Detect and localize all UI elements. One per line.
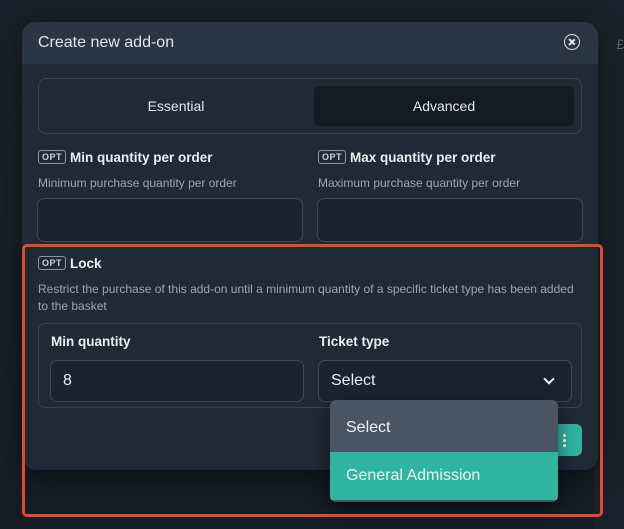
max-qty-order-input[interactable]: [317, 198, 583, 242]
lock-settings-group: Min quantity Ticket type Select: [38, 323, 582, 408]
optional-badge: OPT: [38, 150, 67, 164]
background-panel: £: [594, 0, 624, 529]
min-qty-order-help: Minimum purchase quantity per order: [38, 176, 237, 190]
more-vertical-icon: [563, 434, 566, 437]
tab-advanced[interactable]: Advanced: [314, 86, 574, 126]
optional-badge: OPT: [38, 256, 67, 270]
min-quantity-input[interactable]: [50, 360, 304, 402]
max-qty-order-help: Maximum purchase quantity per order: [318, 176, 521, 190]
min-qty-order-input[interactable]: [37, 198, 303, 242]
min-qty-order-label-text: Min quantity per order: [70, 150, 213, 165]
lock-label: OPT Lock: [38, 256, 102, 271]
ticket-type-dropdown: Select General Admission: [330, 400, 558, 502]
max-qty-order-label: OPT Max quantity per order: [318, 150, 496, 165]
modal-header: Create new add-on: [22, 22, 598, 64]
optional-badge: OPT: [318, 150, 347, 164]
lock-label-text: Lock: [70, 256, 102, 271]
modal-title: Create new add-on: [38, 34, 175, 51]
chevron-down-icon: [543, 373, 555, 385]
close-icon[interactable]: [564, 34, 580, 50]
lock-help: Restrict the purchase of this add-on unt…: [38, 282, 574, 313]
tab-bar: Essential Advanced: [38, 78, 582, 134]
tab-essential[interactable]: Essential: [46, 86, 306, 126]
dropdown-option-select[interactable]: Select: [330, 404, 558, 452]
min-qty-order-label: OPT Min quantity per order: [38, 150, 213, 165]
dropdown-option-general-admission[interactable]: General Admission: [330, 452, 558, 500]
max-qty-order-label-text: Max quantity per order: [350, 150, 496, 165]
ticket-type-select[interactable]: Select: [318, 360, 572, 402]
ticket-type-selected-value: Select: [331, 372, 376, 389]
ticket-type-label: Ticket type: [319, 334, 390, 349]
min-quantity-label: Min quantity: [51, 334, 131, 349]
background-currency-glyph: £: [616, 36, 624, 52]
